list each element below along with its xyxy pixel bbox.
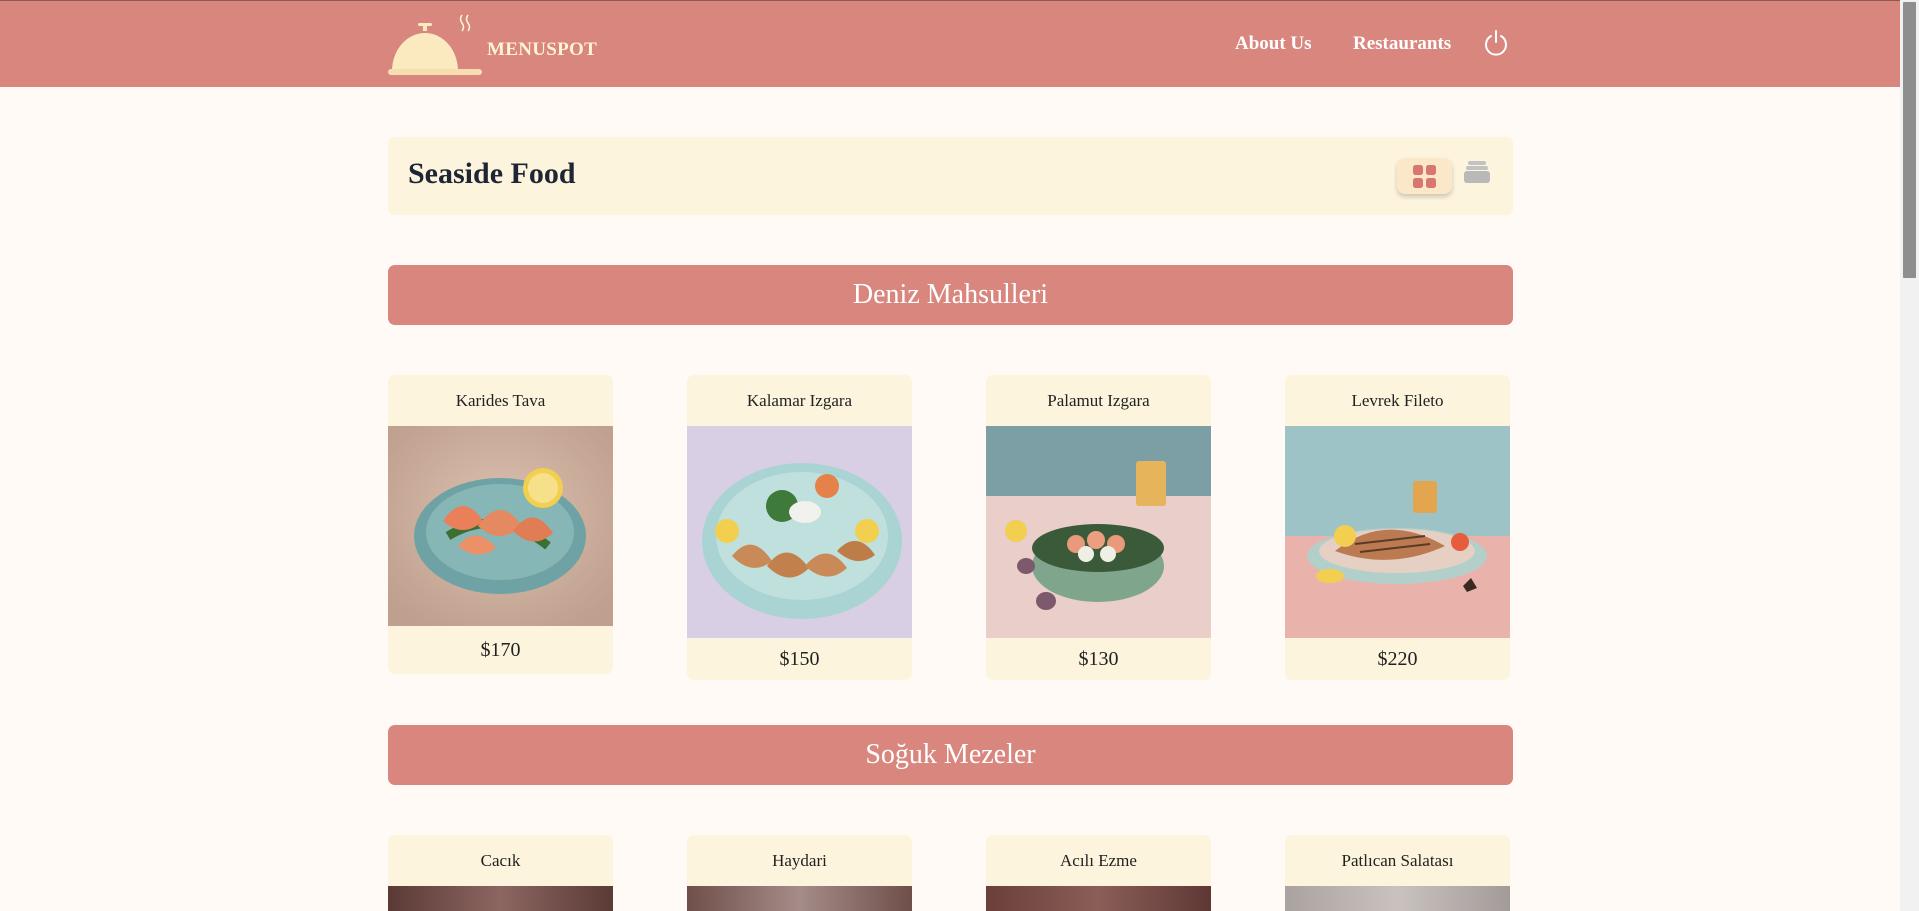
menu-item-name: Levrek Fileto — [1351, 391, 1444, 410]
menu-item-card[interactable]: Kalamar Izgara $150 — [687, 375, 912, 680]
food-image-bonito — [986, 426, 1211, 638]
food-image-shrimp — [388, 426, 613, 626]
menu-item-card[interactable]: Haydari — [687, 835, 912, 911]
scrollbar-thumb[interactable] — [1903, 2, 1916, 278]
grid-view-button[interactable] — [1397, 158, 1452, 194]
restaurant-title-card: Seaside Food — [388, 137, 1513, 215]
food-image-patlican-salatasi — [1285, 886, 1510, 911]
food-image-acili-ezme — [986, 886, 1211, 911]
menu-item-card[interactable]: Patlıcan Salatası — [1285, 835, 1510, 911]
page-title: Seaside Food — [408, 157, 576, 190]
section-header-soguk-mezeler: Soğuk Mezeler — [388, 725, 1513, 785]
menu-item-name: Haydari — [772, 851, 827, 870]
menu-item-card[interactable]: Cacık — [388, 835, 613, 911]
menu-item-name: Cacık — [480, 851, 521, 870]
grid-view-icon — [1413, 165, 1436, 188]
menu-item-name: Acılı Ezme — [1060, 851, 1137, 870]
menu-item-card[interactable]: Palamut Izgara $130 — [986, 375, 1211, 680]
menu-item-card[interactable]: Karides Tava $170 — [388, 375, 613, 674]
power-icon[interactable] — [1482, 29, 1510, 57]
cloche-logo-icon[interactable] — [388, 13, 488, 77]
brand-name[interactable]: MENUSPOT — [487, 39, 597, 61]
menu-item-name: Karides Tava — [455, 391, 546, 410]
menu-item-price: $170 — [480, 639, 521, 661]
nav-about-us[interactable]: About Us — [1235, 33, 1312, 55]
stack-view-icon[interactable] — [1464, 160, 1490, 186]
menu-item-card[interactable]: Levrek Fileto $220 — [1285, 375, 1510, 680]
menu-item-card[interactable]: Acılı Ezme — [986, 835, 1211, 911]
food-image-calamari — [687, 426, 912, 638]
food-image-cacik — [388, 886, 613, 911]
menu-item-name: Kalamar Izgara — [746, 391, 853, 410]
menu-item-price: $150 — [779, 648, 820, 670]
menu-item-name: Patlıcan Salatası — [1341, 851, 1454, 870]
food-image-sea-bass — [1285, 426, 1510, 638]
food-image-haydari — [687, 886, 912, 911]
nav-restaurants[interactable]: Restaurants — [1353, 33, 1451, 55]
menu-item-price: $130 — [1078, 648, 1119, 670]
section-header-deniz-mahsulleri: Deniz Mahsulleri — [388, 265, 1513, 325]
menu-item-price: $220 — [1377, 648, 1418, 670]
menu-item-name: Palamut Izgara — [1047, 391, 1150, 410]
top-navbar: MENUSPOT About Us Restaurants — [0, 0, 1900, 87]
